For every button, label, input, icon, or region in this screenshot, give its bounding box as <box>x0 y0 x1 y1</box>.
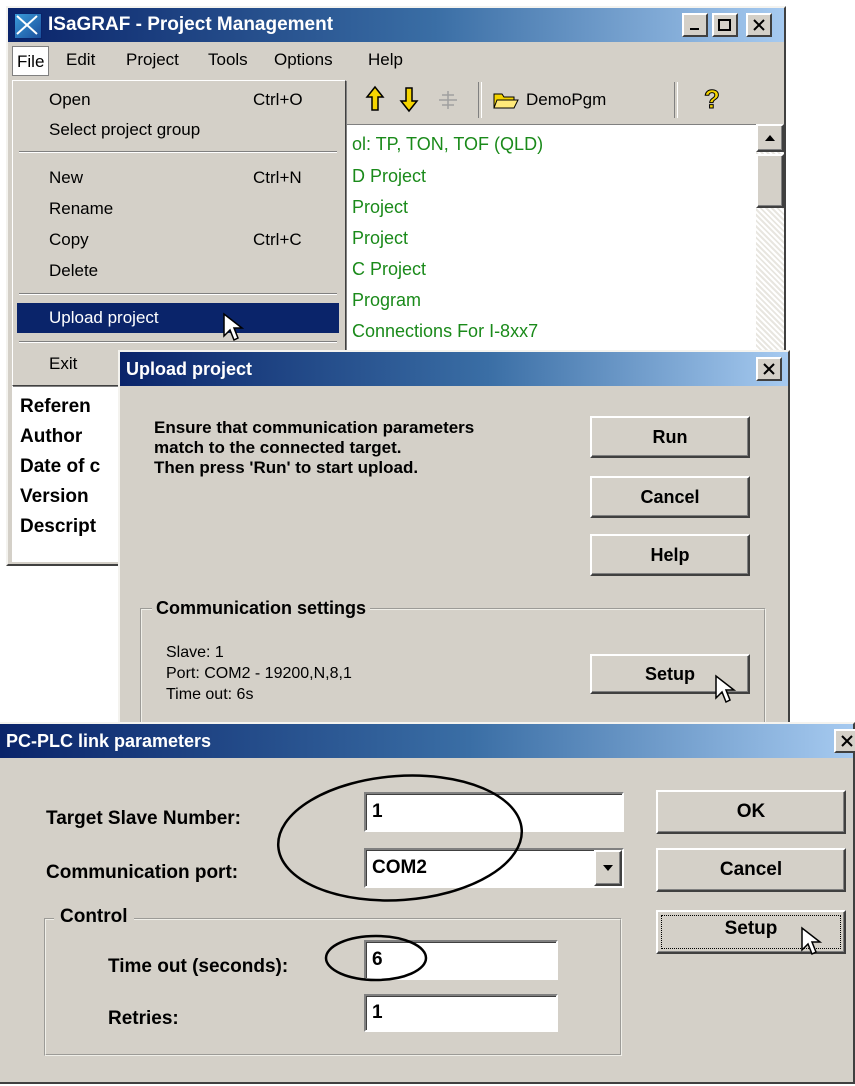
info-label: Referen <box>20 396 91 417</box>
scroll-thumb[interactable] <box>756 154 784 208</box>
main-title-bar: ISaGRAF - Project Management <box>8 8 784 42</box>
project-list-item[interactable]: C Project <box>352 259 426 280</box>
run-button-label: Run <box>652 426 688 447</box>
mouse-cursor-icon <box>714 674 738 706</box>
project-list-item[interactable]: Project <box>352 197 408 218</box>
info-label: Date of c <box>20 456 101 477</box>
help-question-icon[interactable]: ? <box>698 84 726 115</box>
info-label: Version <box>20 486 89 507</box>
project-list-item[interactable]: Program <box>352 290 421 311</box>
menu-help[interactable]: Help <box>368 50 403 70</box>
app-icon <box>14 13 42 39</box>
menu-project[interactable]: Project <box>126 50 179 70</box>
menu-separator <box>19 341 337 343</box>
pc-plc-link-dialog: PC-PLC link parameters Target Slave Numb… <box>0 722 855 1084</box>
setup-button-label: Setup <box>644 663 695 684</box>
help-button-label: Help <box>650 544 690 565</box>
menu-item-shortcut: Ctrl+C <box>253 230 302 249</box>
app-title: ISaGRAF - Project Management <box>48 14 334 35</box>
comm-setting-line: Slave: 1 <box>166 644 224 661</box>
menu-bar: File Edit Project Tools Options Help <box>8 46 784 76</box>
help-button[interactable]: Help <box>590 534 750 576</box>
close-button[interactable] <box>746 13 772 37</box>
scroll-up-button[interactable] <box>756 124 784 152</box>
menu-item-label: New <box>49 168 84 187</box>
toolbar-separator <box>478 82 482 118</box>
menu-item-select-project-group[interactable]: Select project group <box>13 115 343 145</box>
annotation-ellipse-timeout <box>324 934 428 982</box>
project-list-scrollbar[interactable] <box>756 124 784 352</box>
cancel-button[interactable]: Cancel <box>590 476 750 518</box>
menu-item-new[interactable]: New Ctrl+N <box>13 163 343 193</box>
project-group-label: DemoPgm <box>526 90 607 109</box>
info-label: Author <box>20 426 83 447</box>
project-group-button[interactable]: DemoPgm <box>492 84 662 116</box>
menu-item-label: Exit <box>49 354 78 373</box>
communication-settings-label: Communication settings <box>152 598 371 619</box>
annotation-circles <box>276 774 524 982</box>
upload-dialog-title: Upload project <box>126 358 253 379</box>
upload-dialog-title-bar: Upload project <box>120 352 788 386</box>
upload-project-dialog: Upload project Ensure that communication… <box>118 350 790 730</box>
comm-settings-text: Slave: 1 Port: COM2 - 19200,N,8,1 Time o… <box>166 642 352 705</box>
toolbar-separator <box>674 82 678 118</box>
upload-dialog-close-button[interactable] <box>756 357 782 381</box>
svg-text:?: ? <box>704 84 720 114</box>
instruction-line: match to the connected target. <box>154 438 402 457</box>
menu-item-rename[interactable]: Rename <box>13 194 343 224</box>
menu-item-label: Rename <box>49 199 114 218</box>
menu-item-upload-project[interactable]: Upload project <box>17 303 339 333</box>
disabled-tool-icon <box>436 88 460 112</box>
project-list-item[interactable]: ol: TP, TON, TOF (QLD) <box>352 134 543 155</box>
menu-item-copy[interactable]: Copy Ctrl+C <box>13 225 343 255</box>
menu-item-label: Select project group <box>49 120 201 139</box>
comm-setting-line: Time out: 6s <box>166 686 254 703</box>
comm-setting-line: Port: COM2 - 19200,N,8,1 <box>166 665 352 682</box>
instruction-line: Ensure that communication parameters <box>154 418 475 437</box>
mouse-cursor-icon <box>222 312 246 344</box>
project-list-item[interactable]: D Project <box>352 166 426 187</box>
menu-edit[interactable]: Edit <box>66 50 95 70</box>
file-menu-dropdown: Open Ctrl+O Select project group New Ctrl+… <box>12 80 346 386</box>
project-info-panel: Referen Author Date of c Version Descrip… <box>12 386 132 562</box>
menu-item-shortcut: Ctrl+N <box>253 168 302 187</box>
menu-item-label: Open <box>49 90 91 109</box>
minimize-button[interactable] <box>682 13 708 37</box>
menu-item-label: Upload project <box>49 308 159 327</box>
info-label: Descript <box>20 516 97 537</box>
cancel-button-label: Cancel <box>640 486 700 507</box>
annotation-ellipse-slave-port <box>276 774 524 902</box>
menu-item-label: Delete <box>49 261 99 280</box>
project-list-item[interactable]: Project <box>352 228 408 249</box>
run-button[interactable]: Run <box>590 416 750 458</box>
menu-tools[interactable]: Tools <box>208 50 248 70</box>
upload-instructions: Ensure that communication parameters mat… <box>154 418 584 478</box>
menu-item-label: Copy <box>49 230 89 249</box>
menu-separator <box>19 293 337 295</box>
menu-item-shortcut: Ctrl+O <box>253 90 303 109</box>
menu-item-open[interactable]: Open Ctrl+O <box>13 85 343 115</box>
move-down-icon[interactable] <box>398 84 420 114</box>
menu-item-delete[interactable]: Delete <box>13 256 343 286</box>
menu-options[interactable]: Options <box>274 50 333 70</box>
maximize-button[interactable] <box>712 13 738 37</box>
move-up-icon[interactable] <box>364 84 386 114</box>
open-folder-icon <box>492 89 520 111</box>
menu-separator <box>19 151 337 153</box>
project-list-item[interactable]: Connections For I-8xx7 <box>352 321 538 342</box>
instruction-line: Then press 'Run' to start upload. <box>154 458 419 477</box>
menu-file[interactable]: File <box>12 46 50 76</box>
